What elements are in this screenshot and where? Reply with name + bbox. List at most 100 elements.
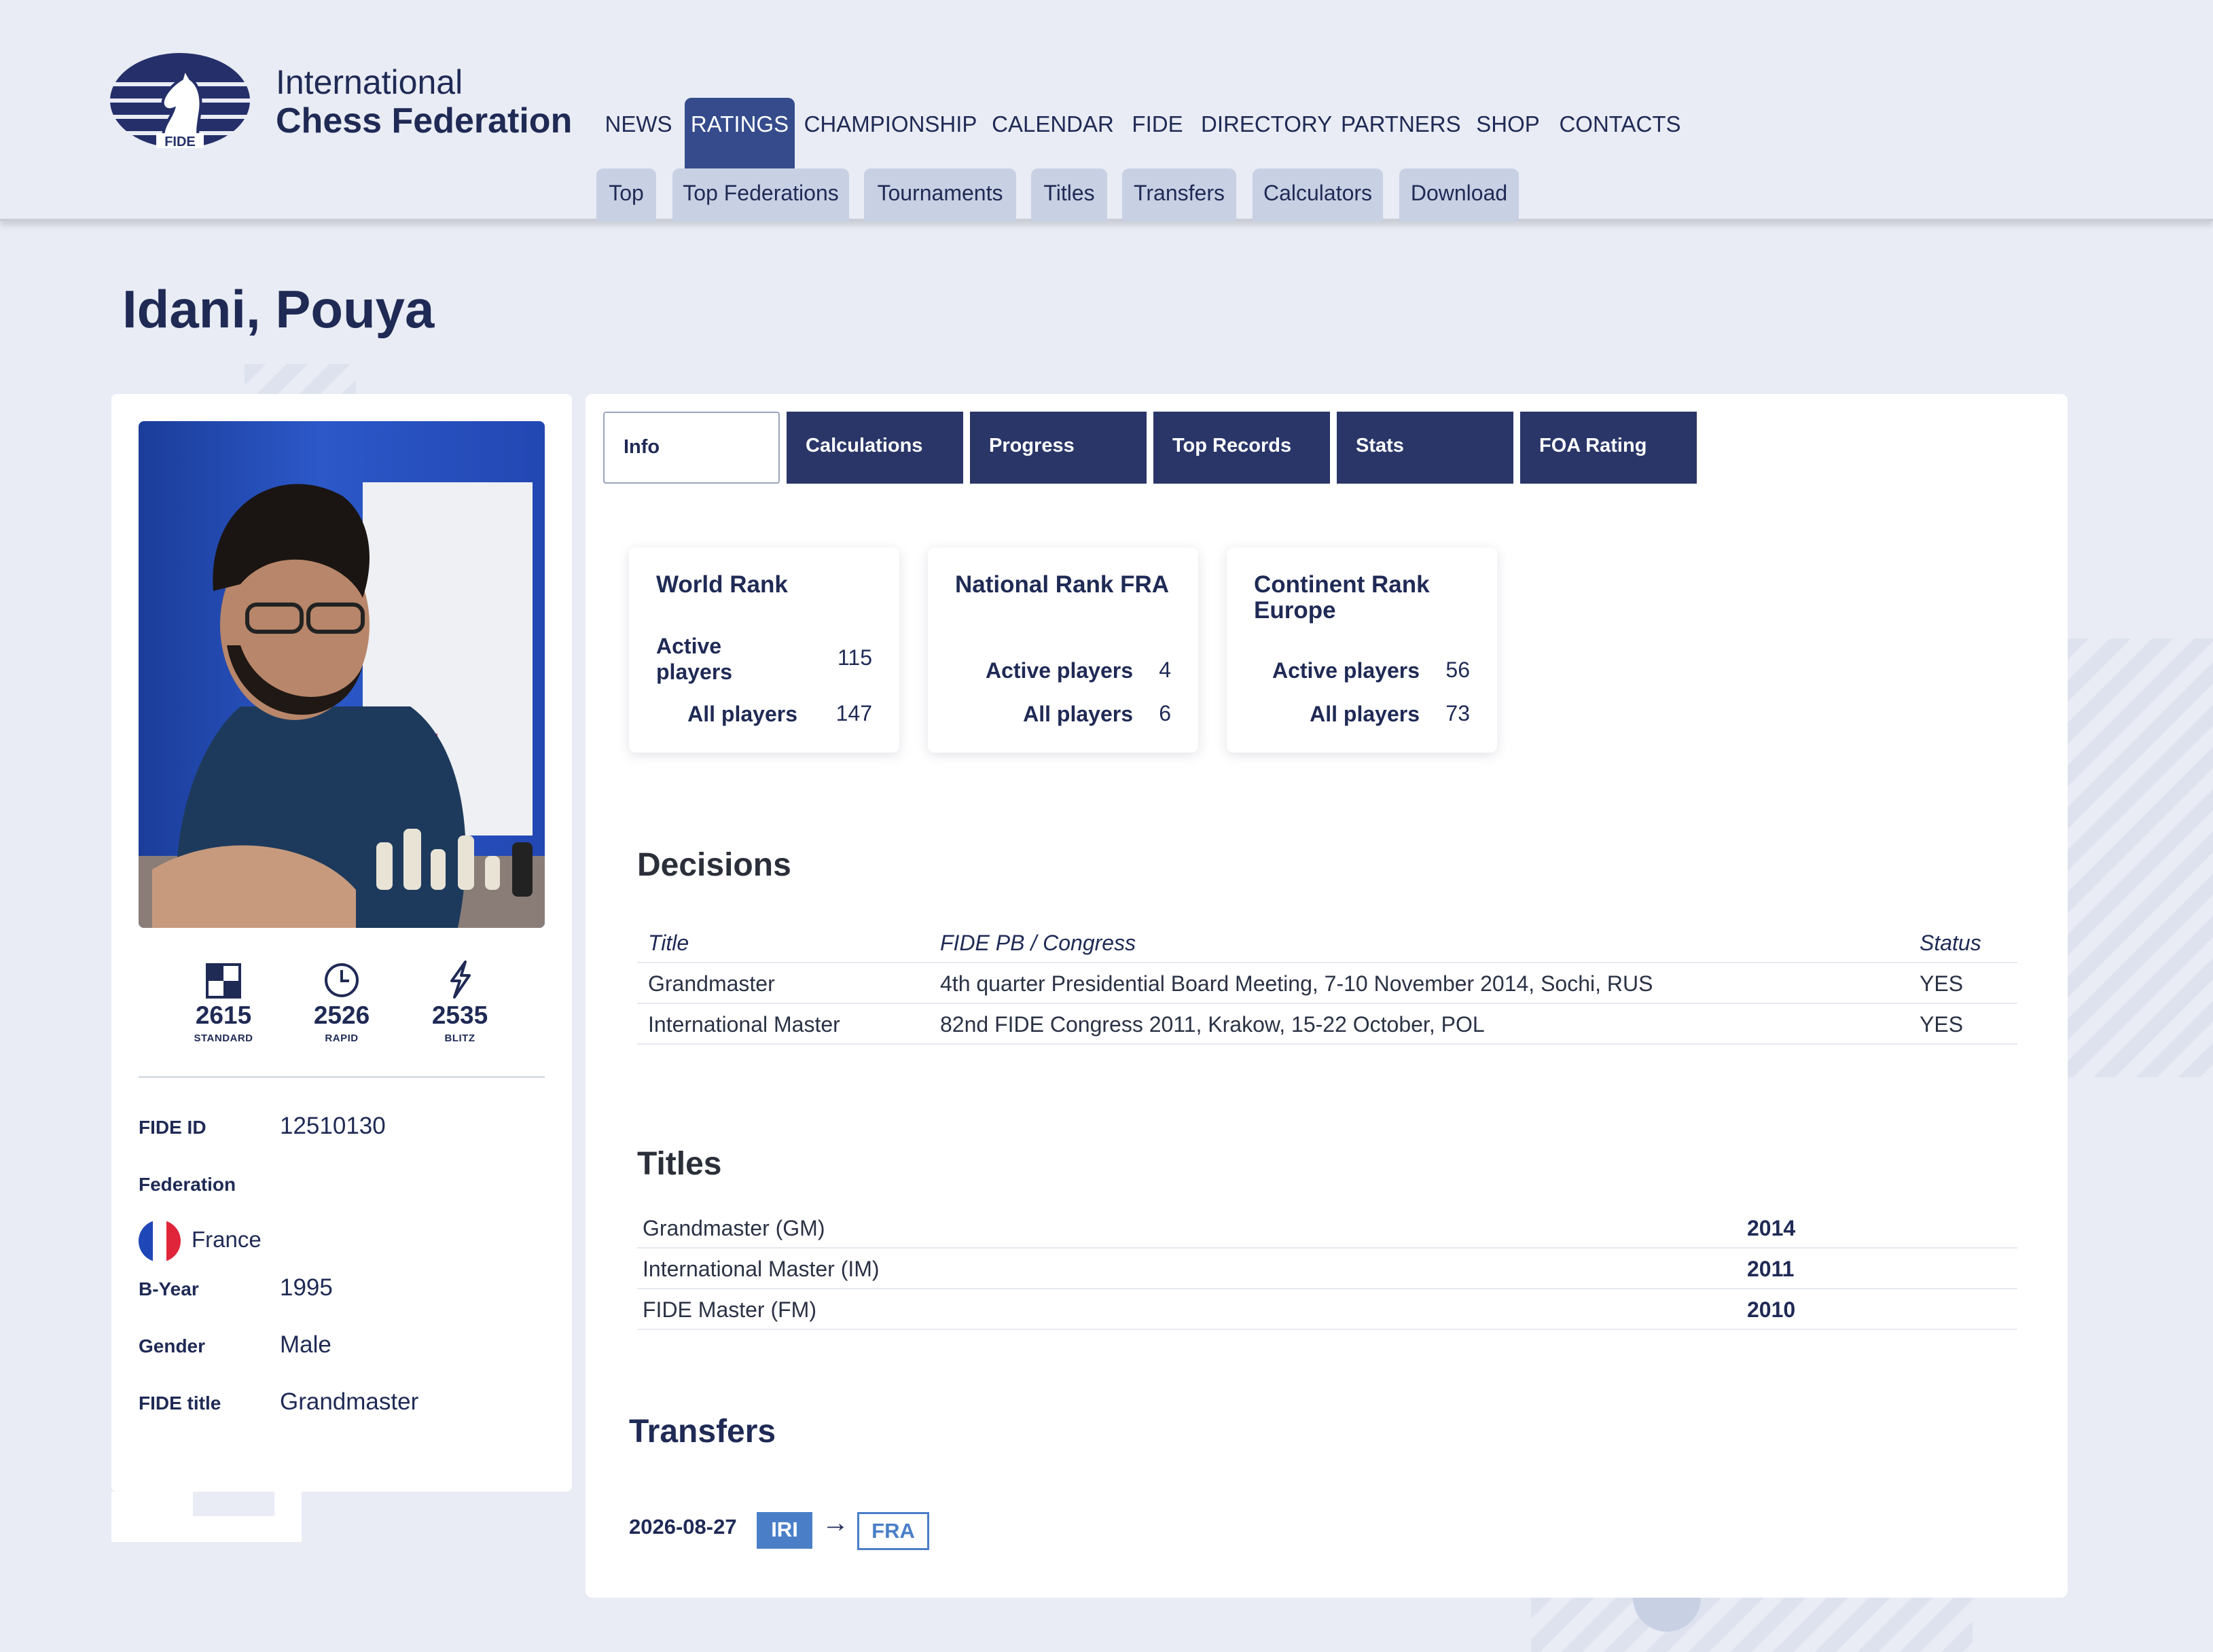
- content-card: Info Calculations Progress Top Records S…: [586, 394, 2068, 1598]
- brand-line-2: Chess Federation: [276, 101, 573, 141]
- nav-news[interactable]: NEWS: [598, 98, 679, 168]
- decision-congress: 82nd FIDE Congress 2011, Krakow, 15-22 O…: [940, 1012, 1485, 1037]
- subnav-transfers[interactable]: Transfers: [1122, 168, 1236, 221]
- nav-contacts[interactable]: CONTACTS: [1557, 98, 1683, 168]
- table-row: Grandmaster (GM) 2014: [637, 1208, 2017, 1249]
- player-name: Idani, Pouya: [122, 279, 435, 339]
- rank-active-value: 56: [1445, 658, 1470, 682]
- fide-title-value: Grandmaster: [280, 1388, 419, 1415]
- col-status: Status: [1920, 931, 1981, 955]
- profile-card: 2615 STANDARD 2526 RAPID 2535 BLITZ FIDE…: [111, 394, 572, 1492]
- tab-info[interactable]: Info: [603, 412, 780, 484]
- fide-title-label: FIDE title: [139, 1393, 221, 1414]
- fide-id-label: FIDE ID: [139, 1117, 206, 1138]
- nav-partners[interactable]: PARTNERS: [1341, 98, 1461, 168]
- tab-foa-rating[interactable]: FOA Rating: [1520, 412, 1697, 484]
- rank-all-value: 6: [1159, 701, 1171, 725]
- subnav-download[interactable]: Download: [1399, 168, 1519, 221]
- subnav-calculators[interactable]: Calculators: [1253, 168, 1383, 221]
- rating-value: 2526: [313, 1001, 370, 1029]
- col-congress: FIDE PB / Congress: [940, 931, 1136, 955]
- nav-championship[interactable]: CHAMPIONSHIP: [802, 98, 979, 168]
- transfers-heading: Transfers: [629, 1414, 776, 1450]
- nav-directory[interactable]: DIRECTORY: [1201, 98, 1332, 168]
- subnav-top-federations[interactable]: Top Federations: [672, 168, 849, 221]
- rating-label: RAPID: [325, 1032, 359, 1044]
- decision-status: YES: [1920, 1012, 1964, 1037]
- rank-active-value: 115: [837, 645, 872, 670]
- tab-calculations[interactable]: Calculations: [787, 412, 963, 484]
- table-row: Grandmaster 4th quarter Presidential Boa…: [637, 963, 2017, 1004]
- site-header: FIDE International Chess Federation NEWS…: [0, 0, 2213, 221]
- title-name: International Master (IM): [643, 1257, 880, 1281]
- transfer-from-badge: IRI: [757, 1512, 812, 1549]
- nav-ratings[interactable]: RATINGS: [685, 98, 795, 168]
- gender-label: Gender: [139, 1335, 206, 1357]
- rank-active-value: 4: [1159, 658, 1171, 682]
- title-year: 2014: [1747, 1216, 1796, 1240]
- title-name: FIDE Master (FM): [643, 1297, 816, 1322]
- transfer-to-badge: FRA: [857, 1512, 929, 1550]
- rating-label: BLITZ: [444, 1032, 475, 1044]
- rank-all-label: All players: [1023, 702, 1133, 726]
- decisions-heading: Decisions: [637, 847, 791, 883]
- subnav-top[interactable]: Top: [596, 168, 656, 221]
- continent-rank-card: Continent Rank Europe Active players 56 …: [1227, 547, 1497, 753]
- decor-hatch: [2068, 639, 2213, 1077]
- rank-all-label: All players: [1310, 702, 1420, 726]
- table-row: FIDE Master (FM) 2010: [637, 1289, 2017, 1330]
- rating-blitz: 2535 BLITZ: [409, 958, 511, 1044]
- rank-all-label: All players: [687, 702, 797, 726]
- federation-value[interactable]: France: [192, 1227, 262, 1253]
- decision-status: YES: [1920, 971, 1964, 996]
- rank-all-value: 73: [1445, 701, 1470, 725]
- rank-title: Continent Rank Europe: [1254, 571, 1430, 624]
- title-year: 2010: [1747, 1297, 1796, 1322]
- player-photo: [139, 421, 545, 928]
- rating-value: 2535: [431, 1001, 488, 1029]
- divider: [139, 1076, 545, 1078]
- rank-title: World Rank: [656, 571, 788, 598]
- nav-calendar[interactable]: CALENDAR: [992, 98, 1114, 168]
- subnav-titles[interactable]: Titles: [1031, 168, 1107, 221]
- col-title: Title: [648, 931, 689, 955]
- tab-top-records[interactable]: Top Records: [1153, 412, 1330, 484]
- rank-title: National Rank FRA: [955, 571, 1170, 598]
- national-rank-card: National Rank FRA Active players 4 All p…: [928, 547, 1198, 753]
- fide-id-value: 12510130: [280, 1113, 386, 1139]
- decor-hatch: [245, 364, 356, 394]
- table-row: International Master 82nd FIDE Congress …: [637, 1004, 2017, 1045]
- lightning-icon: [409, 958, 511, 999]
- rating-value: 2615: [195, 1001, 252, 1029]
- title-year: 2011: [1747, 1257, 1795, 1281]
- tab-stats[interactable]: Stats: [1337, 412, 1513, 484]
- decor-hatch: [1531, 1598, 1973, 1652]
- world-rank-card: World Rank Active players 115 All player…: [629, 547, 899, 753]
- nav-fide[interactable]: FIDE: [1128, 98, 1187, 168]
- titles-heading: Titles: [637, 1146, 722, 1182]
- clock-icon: [291, 958, 393, 999]
- title-name: Grandmaster (GM): [643, 1216, 825, 1240]
- subnav-tournaments[interactable]: Tournaments: [864, 168, 1016, 221]
- arrow-right-icon: →: [822, 1508, 849, 1538]
- nav-shop[interactable]: SHOP: [1473, 98, 1543, 168]
- decision-congress: 4th quarter Presidential Board Meeting, …: [940, 971, 1653, 996]
- rank-active-label: Active players: [656, 634, 733, 684]
- fide-logo[interactable]: FIDE: [109, 50, 251, 151]
- byear-label: B-Year: [139, 1278, 199, 1299]
- gender-value: Male: [280, 1331, 331, 1358]
- federation-label: Federation: [139, 1174, 236, 1195]
- ratings-summary: 2615 STANDARD 2526 RAPID 2535 BLITZ: [111, 958, 572, 1060]
- svg-text:FIDE: FIDE: [164, 134, 196, 149]
- table-header-row: Title FIDE PB / Congress Status: [637, 922, 2017, 963]
- rating-standard: 2615 STANDARD: [173, 958, 274, 1044]
- rank-active-label: Active players: [1272, 658, 1420, 683]
- byear-value: 1995: [280, 1274, 333, 1301]
- rank-all-value: 147: [835, 701, 872, 725]
- chessboard-icon: [173, 958, 274, 999]
- decision-title: Grandmaster: [648, 971, 775, 996]
- tab-progress[interactable]: Progress: [970, 412, 1147, 484]
- table-row: International Master (IM) 2011: [637, 1249, 2017, 1289]
- brand-line-1: International: [276, 63, 463, 101]
- card-tab-decor: [193, 1492, 274, 1516]
